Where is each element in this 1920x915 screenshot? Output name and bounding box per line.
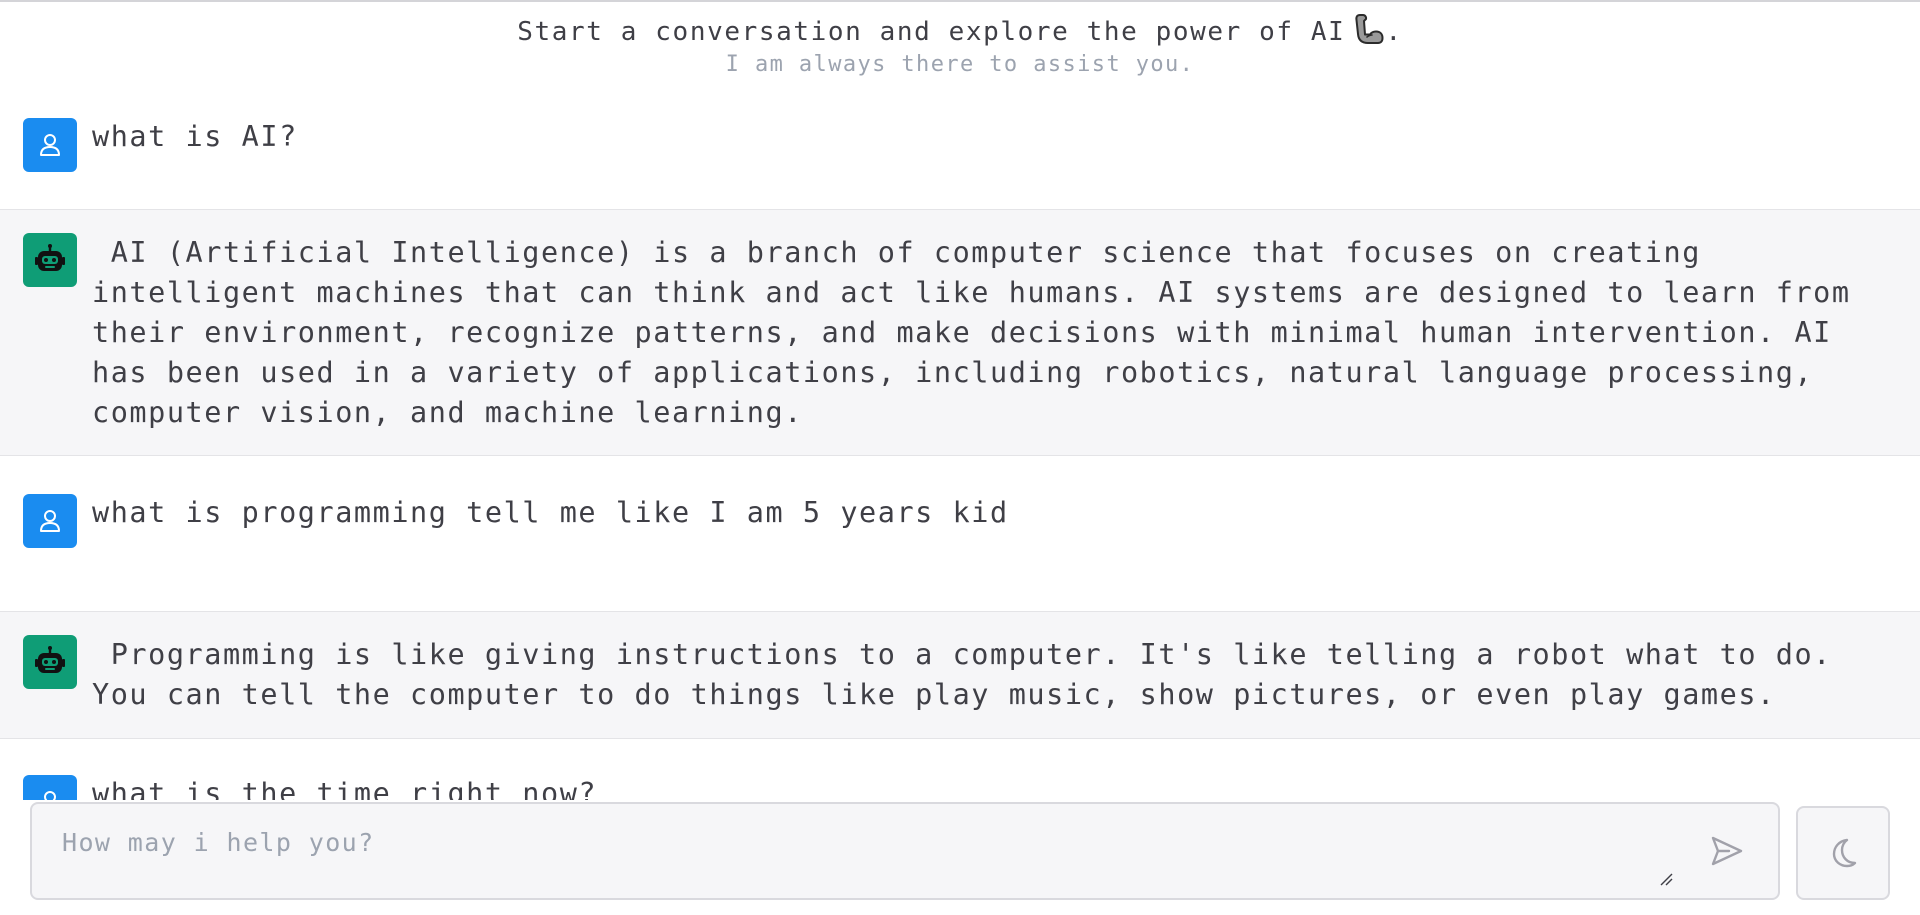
user-icon bbox=[40, 510, 60, 532]
user-icon bbox=[44, 791, 56, 800]
chat-message-user: what is AI? bbox=[0, 104, 1920, 204]
chat-message-assistant: AI (Artificial Intelligence) is a branch… bbox=[0, 209, 1920, 456]
chat-message-user: what is the time right now? bbox=[0, 761, 1920, 800]
message-text: AI (Artificial Intelligence) is a branch… bbox=[92, 236, 1870, 429]
message-text: what is AI? bbox=[92, 120, 298, 153]
user-avatar bbox=[23, 775, 77, 800]
message-text: what is programming tell me like I am 5 … bbox=[92, 496, 1009, 529]
user-avatar bbox=[23, 494, 77, 548]
chat-message-user: what is programming tell me like I am 5 … bbox=[0, 480, 1920, 600]
user-avatar bbox=[23, 118, 77, 172]
welcome-title: Start a conversation and explore the pow… bbox=[517, 17, 1346, 47]
chat-scroll-area[interactable]: Start a conversation and explore the pow… bbox=[0, 0, 1920, 800]
welcome-title-suffix: . bbox=[1385, 17, 1403, 47]
flexed-biceps-icon bbox=[1351, 12, 1385, 46]
robot-icon bbox=[35, 244, 65, 271]
send-icon bbox=[1711, 836, 1743, 866]
theme-toggle-button[interactable] bbox=[1796, 806, 1890, 900]
chat-message-assistant: Programming is like giving instructions … bbox=[0, 611, 1920, 739]
message-text: Programming is like giving instructions … bbox=[92, 638, 1851, 711]
send-button[interactable] bbox=[1704, 828, 1750, 874]
chat-page: Start a conversation and explore the pow… bbox=[0, 0, 1920, 915]
welcome-header: Start a conversation and explore the pow… bbox=[0, 12, 1920, 80]
welcome-subtitle: I am always there to assist you. bbox=[725, 52, 1195, 77]
message-composer bbox=[30, 802, 1780, 900]
message-text: what is the time right now? bbox=[92, 777, 598, 800]
welcome-title-line: Start a conversation and explore the pow… bbox=[0, 12, 1920, 50]
user-icon bbox=[40, 134, 60, 156]
bot-avatar bbox=[23, 635, 77, 689]
robot-icon bbox=[35, 646, 65, 673]
resize-grip-icon[interactable] bbox=[1659, 872, 1673, 886]
bot-avatar bbox=[23, 233, 77, 287]
moon-icon bbox=[1832, 838, 1857, 868]
message-input[interactable] bbox=[60, 824, 1664, 888]
